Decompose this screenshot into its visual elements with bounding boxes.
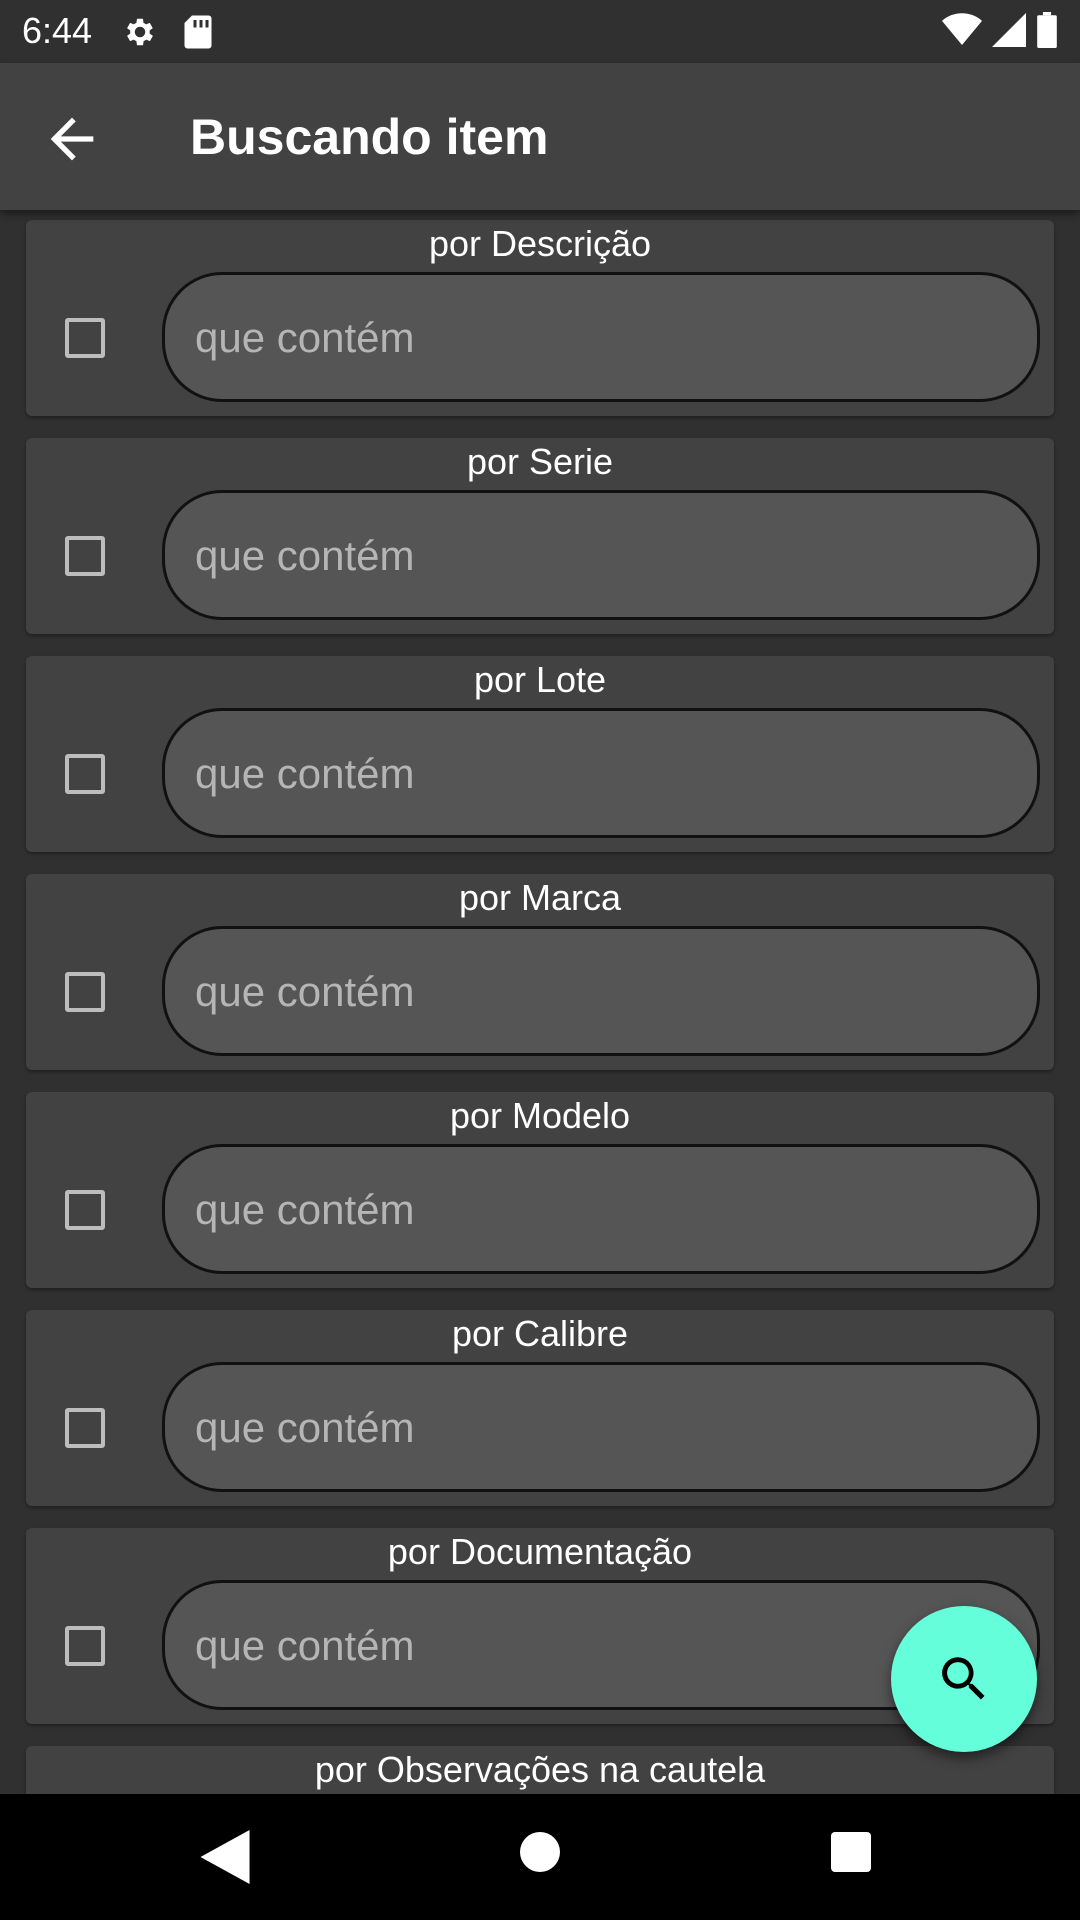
battery-icon [1037, 12, 1057, 48]
filter-label: por Serie [466, 441, 614, 482]
page-title: Buscando item [190, 109, 549, 165]
filter-checkbox[interactable] [65, 318, 105, 358]
filter-label: por Lote [473, 659, 607, 700]
filter-input-container[interactable] [162, 926, 1040, 1056]
filter-checkbox[interactable] [65, 972, 105, 1012]
filter-card-modelo: por Modelo [26, 1092, 1054, 1288]
filter-input[interactable] [193, 1365, 997, 1491]
arrow-back-icon[interactable] [40, 107, 104, 171]
filter-checkbox[interactable] [65, 1190, 105, 1230]
nav-home-icon[interactable] [520, 1832, 560, 1872]
wifi-icon [942, 13, 982, 46]
filter-label: por Documentação [387, 1531, 693, 1572]
filter-input[interactable] [193, 1583, 997, 1709]
filter-card-observacoes: por Observações na cautela [26, 1746, 1054, 1794]
filter-list[interactable]: por Descrição por Serie por Lote por Mar… [0, 210, 1080, 1794]
nav-recents-icon[interactable] [831, 1832, 871, 1872]
signal-icon [992, 13, 1026, 47]
filter-input-container[interactable] [162, 1144, 1040, 1274]
filter-input-container[interactable] [162, 272, 1040, 402]
filter-input[interactable] [193, 711, 997, 837]
filter-label: por Descrição [428, 223, 652, 264]
app-bar: Buscando item [0, 63, 1080, 210]
filter-label: por Calibre [451, 1313, 629, 1354]
filter-card-calibre: por Calibre [26, 1310, 1054, 1506]
filter-card-serie: por Serie [26, 438, 1054, 634]
filter-card-marca: por Marca [26, 874, 1054, 1070]
filter-label: por Modelo [449, 1095, 631, 1136]
filter-input[interactable] [193, 493, 997, 619]
filter-label: por Observações na cautela [314, 1749, 766, 1790]
filter-input-container[interactable] [162, 490, 1040, 620]
navigation-bar [0, 1794, 1080, 1920]
nav-back-icon[interactable] [200, 1830, 250, 1884]
search-fab-button[interactable] [891, 1606, 1037, 1752]
filter-label: por Marca [458, 877, 622, 918]
search-icon [942, 1657, 985, 1700]
status-right-icons [942, 12, 1058, 48]
status-bar: 6:44 [0, 0, 1080, 63]
filter-input[interactable] [193, 929, 997, 1055]
filter-checkbox[interactable] [65, 536, 105, 576]
filter-input[interactable] [193, 275, 997, 401]
filter-checkbox[interactable] [65, 754, 105, 794]
filter-card-lote: por Lote [26, 656, 1054, 852]
filter-checkbox[interactable] [65, 1626, 105, 1666]
filter-input-container[interactable] [162, 708, 1040, 838]
status-time: 6:44 [22, 10, 93, 51]
sd-card-icon [184, 15, 212, 49]
filter-input-container[interactable] [162, 1362, 1040, 1492]
filter-card-descricao: por Descrição [26, 220, 1054, 416]
gear-icon [127, 18, 153, 46]
filter-checkbox[interactable] [65, 1408, 105, 1448]
filter-input[interactable] [193, 1147, 997, 1273]
